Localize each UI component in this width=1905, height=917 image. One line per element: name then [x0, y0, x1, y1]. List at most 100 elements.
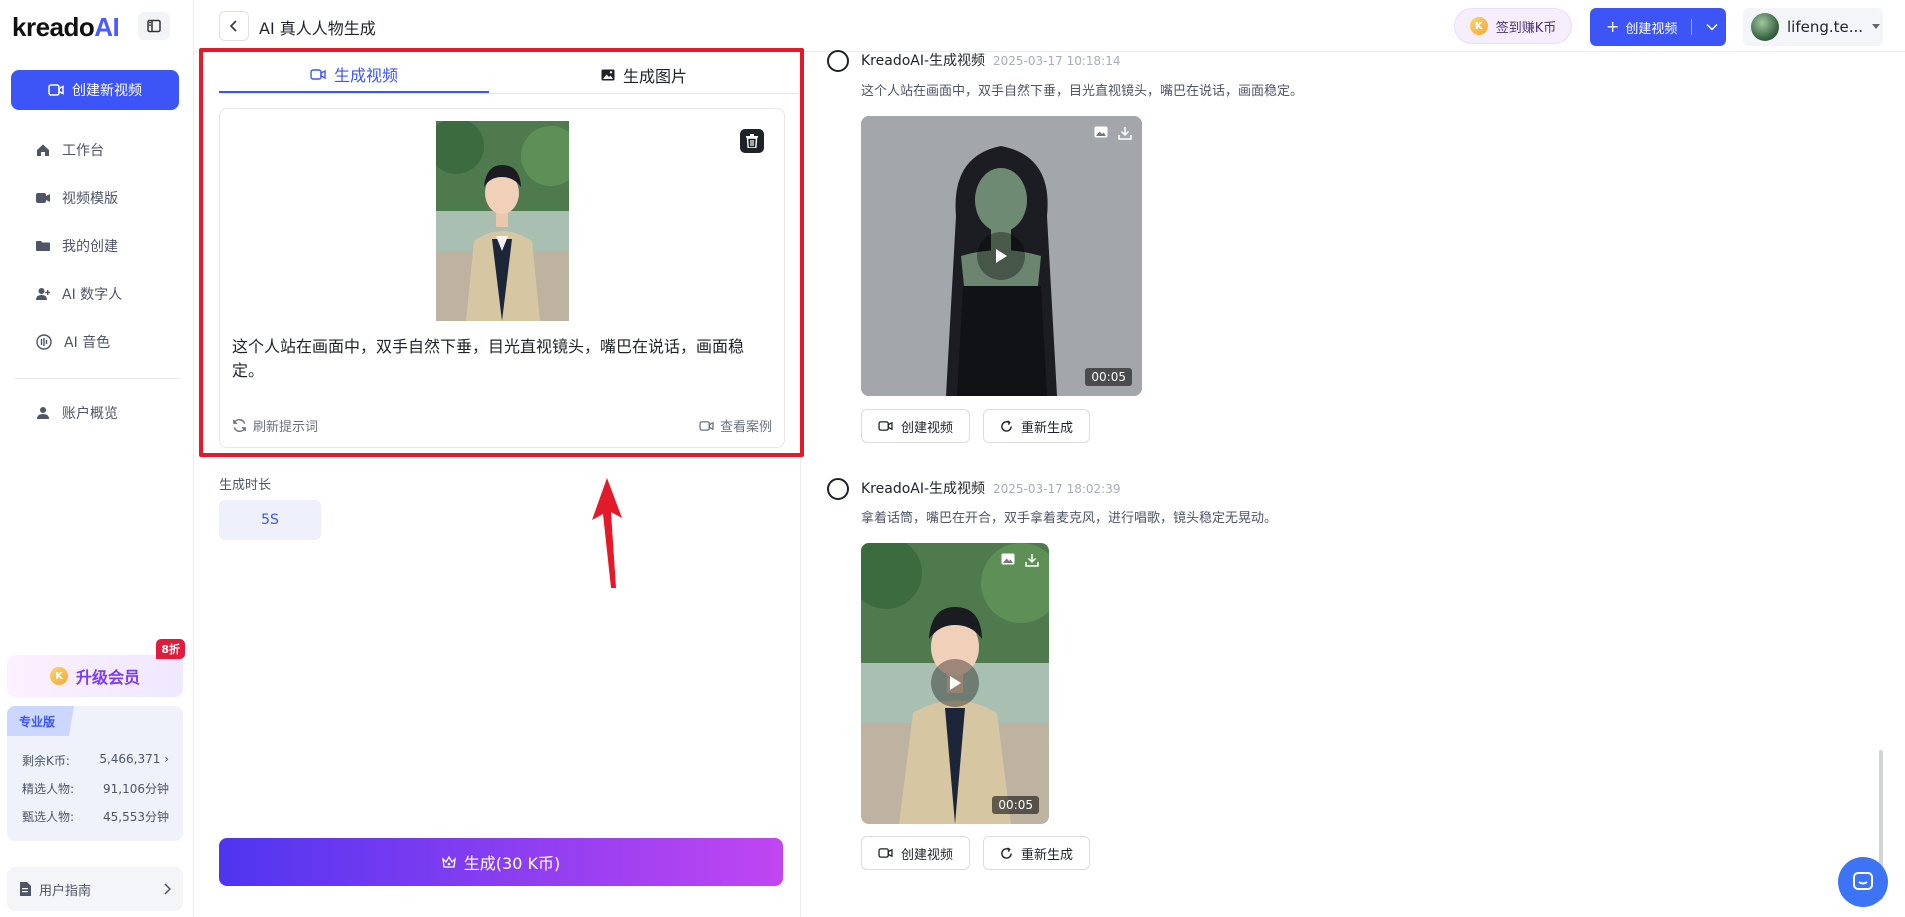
- check-in-earn-coins-button[interactable]: K 签到赚K币: [1454, 8, 1572, 44]
- annotation-arrow-icon: [592, 478, 622, 588]
- generate-label: 生成(30 K币): [463, 854, 561, 873]
- plan-row-value: 5,466,371 ›: [99, 752, 169, 766]
- chevron-left-icon: [230, 20, 237, 32]
- user-menu[interactable]: lifeng.te...: [1743, 8, 1883, 46]
- plan-row-label: 剩余K币:: [22, 754, 70, 768]
- delete-image-button[interactable]: [740, 129, 764, 153]
- sidebar-item-label: 我的创建: [62, 239, 118, 255]
- image-icon[interactable]: [1001, 553, 1015, 565]
- back-button[interactable]: [219, 11, 249, 41]
- video-camera-icon: [699, 420, 714, 431]
- sidebar-item-label: 视频模版: [62, 191, 118, 207]
- trash-icon: [746, 134, 758, 148]
- plan-row-label: 甄选人物:: [22, 810, 75, 824]
- kreado-logo-icon: [827, 50, 849, 72]
- regenerate-label: 重新生成: [1021, 847, 1074, 863]
- plan-tag: 专业版: [7, 706, 97, 736]
- create-video-from-result-button[interactable]: 创建视频: [861, 409, 971, 443]
- create-video-from-result-button[interactable]: 创建视频: [861, 836, 971, 870]
- duration-option[interactable]: 5S: [219, 500, 321, 540]
- entry-prompt: 拿着话筒，嘴巴在开合，双手拿着麦克风，进行唱歌，镜头稳定无晃动。: [861, 511, 1278, 526]
- sidebar: kreadoAI 创建新视频 工作台 视频模版 我的创建 AI 数字人 AI 音…: [0, 0, 194, 917]
- chevron-down-icon[interactable]: [1706, 23, 1718, 31]
- upgrade-label: 升级会员: [75, 668, 140, 687]
- create-new-video-button[interactable]: 创建新视频: [11, 70, 179, 110]
- button-divider: [1691, 19, 1693, 35]
- video-duration: 00:05: [1085, 368, 1132, 386]
- avatar: [1751, 13, 1779, 41]
- sidebar-item-workbench[interactable]: 工作台: [0, 126, 194, 174]
- sidebar-item-account[interactable]: 账户概览: [0, 389, 194, 437]
- video-thumbnail[interactable]: 00:05: [861, 116, 1142, 396]
- sidebar-collapse-button[interactable]: [138, 12, 170, 40]
- document-icon: [20, 882, 31, 896]
- top-bar: AI 真人人物生成 K 签到赚K币 + 创建视频 lifeng.te...: [195, 0, 1905, 52]
- sidebar-item-ai-avatar[interactable]: AI 数字人: [0, 270, 194, 318]
- sound-wave-icon: [36, 334, 52, 350]
- image-icon: [601, 69, 615, 81]
- duration-label: 生成时长: [219, 478, 272, 493]
- create-video-label: 创建视频: [901, 420, 954, 436]
- create-video-label: 创建视频: [1625, 21, 1678, 37]
- plan-row-featured: 精选人物: 91,106分钟: [22, 780, 169, 797]
- download-icon[interactable]: [1118, 126, 1132, 140]
- discount-badge: 8折: [156, 639, 185, 659]
- regenerate-button[interactable]: 重新生成: [983, 836, 1091, 870]
- check-in-label: 签到赚K币: [1495, 20, 1557, 36]
- video-tools: [1001, 553, 1039, 567]
- reference-card: 这个人站在画面中，双手自然下垂，目光直视镜头，嘴巴在说话，画面稳定。 刷新提示词…: [219, 108, 785, 448]
- entry-prompt: 这个人站在画面中，双手自然下垂，目光直视镜头，嘴巴在说话，画面稳定。: [861, 84, 1304, 99]
- k-coin-icon: K: [49, 667, 68, 685]
- sidebar-item-ai-voice[interactable]: AI 音色: [0, 318, 194, 366]
- entry-time: 2025-03-17 10:18:14: [993, 54, 1121, 68]
- plan-row-value: 91,106分钟: [103, 782, 169, 796]
- logo-ai-text: AI: [94, 12, 120, 42]
- reference-image: [436, 121, 569, 321]
- folder-icon: [36, 241, 50, 251]
- user-guide-button[interactable]: 用户指南: [7, 867, 183, 911]
- view-examples-button[interactable]: 查看案例: [699, 416, 772, 435]
- sidebar-item-label: 账户概览: [62, 406, 118, 422]
- tab-label: 生成视频: [333, 66, 398, 85]
- page-title: AI 真人人物生成: [259, 19, 376, 38]
- caret-down-icon: [1872, 24, 1881, 29]
- tab-generate-video[interactable]: 生成视频: [219, 57, 489, 93]
- sidebar-item-templates[interactable]: 视频模版: [0, 174, 194, 222]
- entry-source: KreadoAI-生成视频: [861, 481, 986, 497]
- download-icon[interactable]: [1025, 553, 1039, 567]
- tab-label: 生成图片: [622, 67, 687, 86]
- image-icon[interactable]: [1094, 126, 1108, 138]
- upgrade-membership-banner[interactable]: K 升级会员 8折: [7, 639, 185, 697]
- support-chat-button[interactable]: [1838, 857, 1888, 907]
- user-plus-icon: [36, 288, 50, 300]
- logo[interactable]: kreadoAI: [12, 12, 120, 43]
- generate-button[interactable]: 生成(30 K币): [219, 838, 783, 886]
- regenerate-button[interactable]: 重新生成: [983, 409, 1091, 443]
- video-camera-icon: [310, 68, 326, 80]
- refresh-icon: [1001, 419, 1012, 432]
- logo-text: kreado: [12, 12, 95, 42]
- entry-time: 2025-03-17 18:02:39: [993, 482, 1121, 496]
- tab-generate-image[interactable]: 生成图片: [489, 57, 799, 93]
- prompt-text[interactable]: 这个人站在画面中，双手自然下垂，目光直视镜头，嘴巴在说话，画面稳定。: [232, 335, 772, 383]
- create-new-video-label: 创建新视频: [72, 83, 142, 99]
- plan-row-k-coins[interactable]: 剩余K币: 5,466,371 ›: [22, 752, 169, 769]
- app-root: kreadoAI 创建新视频 工作台 视频模版 我的创建 AI 数字人 AI 音…: [0, 0, 1905, 917]
- play-button[interactable]: [977, 232, 1025, 280]
- create-video-button[interactable]: + 创建视频: [1590, 8, 1726, 46]
- user-name: lifeng.te...: [1787, 18, 1864, 36]
- plus-icon: +: [1606, 17, 1620, 36]
- regenerate-label: 重新生成: [1021, 420, 1074, 436]
- chevron-right-icon: [164, 883, 171, 895]
- sidebar-item-my-creations[interactable]: 我的创建: [0, 222, 194, 270]
- home-icon: [37, 144, 49, 156]
- create-video-label: 创建视频: [901, 847, 954, 863]
- play-button[interactable]: [931, 659, 979, 707]
- refresh-icon: [233, 419, 246, 432]
- kreado-logo-icon: [827, 478, 849, 500]
- video-thumbnail[interactable]: 00:05: [861, 543, 1049, 824]
- play-icon: [950, 676, 961, 690]
- plan-row-selected: 甄选人物: 45,553分钟: [22, 808, 169, 825]
- portrait-illustration: [436, 121, 569, 321]
- refresh-prompt-button[interactable]: 刷新提示词: [232, 416, 318, 435]
